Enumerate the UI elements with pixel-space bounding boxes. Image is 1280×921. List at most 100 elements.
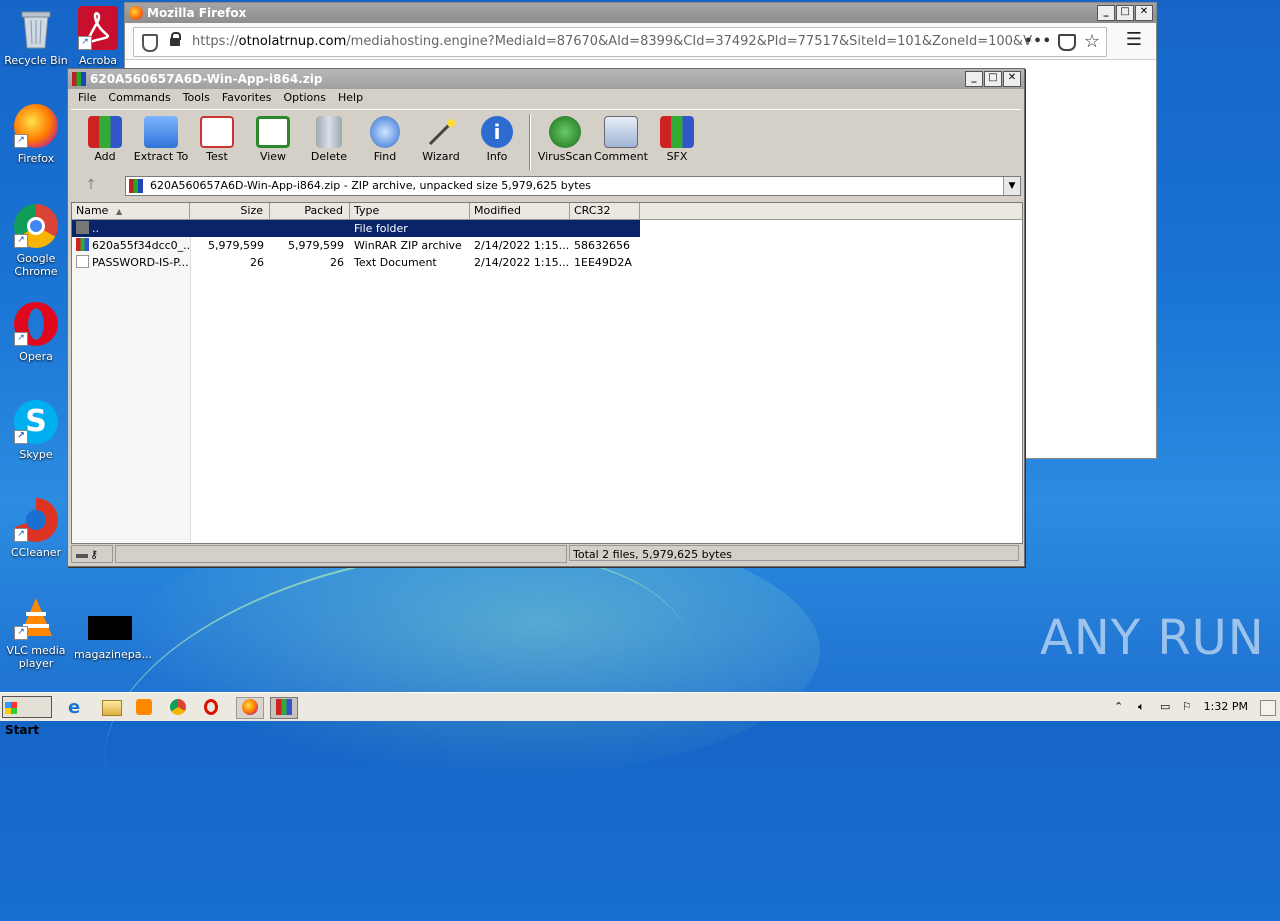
desktop-icon-label: Google Chrome bbox=[14, 252, 58, 278]
maximize-button[interactable]: □ bbox=[984, 71, 1002, 87]
menu-help[interactable]: Help bbox=[332, 89, 369, 107]
desktop-icon-opera[interactable]: ↗ Opera bbox=[0, 302, 72, 363]
shortcut-arrow-icon: ↗ bbox=[78, 36, 92, 50]
desktop-icon-chrome[interactable]: ↗ Google Chrome bbox=[0, 204, 72, 278]
menu-options[interactable]: Options bbox=[278, 89, 332, 107]
tray-expand-icon[interactable]: ⌃ bbox=[1114, 693, 1123, 721]
up-one-level-button[interactable]: ↑ bbox=[77, 176, 105, 194]
desktop-icon-recycle-bin[interactable]: Recycle Bin bbox=[0, 6, 72, 67]
info-button[interactable]: i Info bbox=[469, 110, 525, 172]
taskbar-opera-icon[interactable] bbox=[204, 697, 226, 717]
volume-icon[interactable]: 🔈︎ bbox=[1138, 693, 1145, 721]
firefox-titlebar[interactable]: Mozilla Firefox _ □ ✕ bbox=[125, 3, 1156, 23]
menu-favorites[interactable]: Favorites bbox=[216, 89, 278, 107]
vlc-icon: ↗ bbox=[14, 596, 58, 640]
desktop-icon-firefox[interactable]: ↗ Firefox bbox=[0, 104, 72, 165]
shortcut-arrow-icon: ↗ bbox=[14, 234, 28, 248]
maximize-button[interactable]: □ bbox=[1116, 5, 1134, 21]
desktop-icon-label: Skype bbox=[19, 448, 53, 461]
url-bar[interactable]: https://otnolatrnup.com/mediahosting.eng… bbox=[133, 27, 1107, 57]
windows-flag-icon bbox=[5, 702, 17, 714]
winrar-window[interactable]: 620A560657A6D-Win-App-i864.zip _ □ ✕ Fil… bbox=[67, 68, 1025, 567]
taskbar-chrome-icon[interactable] bbox=[170, 697, 192, 717]
add-button[interactable]: Add bbox=[77, 110, 133, 172]
desktop-icon-vlc[interactable]: ↗ VLC media player bbox=[0, 596, 72, 670]
action-center-flag-icon[interactable]: ⚐ bbox=[1182, 693, 1192, 721]
sfx-icon bbox=[660, 116, 694, 148]
dropdown-arrow-icon[interactable]: ▼ bbox=[1003, 177, 1020, 195]
close-button[interactable]: ✕ bbox=[1135, 5, 1153, 21]
comment-button[interactable]: Comment bbox=[593, 110, 649, 172]
url-text[interactable]: https://otnolatrnup.com/mediahosting.eng… bbox=[192, 28, 1032, 56]
add-archive-icon bbox=[88, 116, 122, 148]
archive-path-combo[interactable]: 620A560657A6D-Win-App-i864.zip - ZIP arc… bbox=[125, 176, 1021, 196]
menu-tools[interactable]: Tools bbox=[177, 89, 216, 107]
find-button[interactable]: Find bbox=[357, 110, 413, 172]
pocket-icon[interactable] bbox=[1058, 34, 1076, 51]
sfx-button[interactable]: SFX bbox=[649, 110, 705, 172]
table-row-password[interactable]: PASSWORD-IS-P... 26 26 Text Document 2/1… bbox=[72, 254, 1022, 271]
bookmark-star-icon[interactable]: ☆ bbox=[1084, 28, 1100, 56]
delete-button[interactable]: Delete bbox=[301, 110, 357, 172]
page-actions-button[interactable]: ••• bbox=[1024, 28, 1052, 56]
desktop-icon-label: Acroba bbox=[78, 54, 118, 67]
show-desktop-button[interactable] bbox=[1260, 700, 1276, 716]
minimize-button[interactable]: _ bbox=[1097, 5, 1115, 21]
menu-commands[interactable]: Commands bbox=[102, 89, 176, 107]
file-list[interactable]: Name ▲ Size Packed Type Modified CRC32 .… bbox=[71, 202, 1023, 544]
table-row-zip[interactable]: 620a55f34dcc0_... 5,979,599 5,979,599 Wi… bbox=[72, 237, 1022, 254]
extract-to-button[interactable]: Extract To bbox=[133, 110, 189, 172]
column-header-size[interactable]: Size bbox=[190, 203, 270, 219]
ccleaner-icon: ↗ bbox=[14, 498, 58, 542]
lock-icon[interactable] bbox=[170, 32, 181, 46]
column-header-packed[interactable]: Packed bbox=[270, 203, 350, 219]
virusscan-button[interactable]: VirusScan bbox=[537, 110, 593, 172]
status-bar: ⚷ Total 2 files, 5,979,625 bytes bbox=[71, 545, 1021, 563]
desktop-icon-label: Recycle Bin bbox=[4, 54, 68, 67]
recycle-bin-icon bbox=[14, 6, 58, 50]
firefox-icon: ↗ bbox=[14, 104, 58, 148]
parent-folder-icon bbox=[76, 221, 89, 234]
desktop-icon-skype[interactable]: S ↗ Skype bbox=[0, 400, 72, 461]
toolbar-separator bbox=[529, 114, 531, 170]
column-header-crc32[interactable]: CRC32 bbox=[570, 203, 640, 219]
minimize-button[interactable]: _ bbox=[965, 71, 983, 87]
toolbar: Add Extract To Test View Delete Find Wiz… bbox=[71, 109, 1021, 172]
start-button[interactable]: Start bbox=[2, 696, 52, 737]
view-button[interactable]: View bbox=[245, 110, 301, 172]
winrar-archive-icon bbox=[76, 238, 89, 251]
taskbar-firefox-icon[interactable] bbox=[236, 697, 264, 719]
network-icon[interactable]: ▭ bbox=[1160, 693, 1170, 721]
chrome-icon: ↗ bbox=[14, 204, 58, 248]
tracking-shield-icon[interactable] bbox=[142, 34, 158, 52]
winrar-titlebar[interactable]: 620A560657A6D-Win-App-i864.zip _ □ ✕ bbox=[68, 69, 1024, 89]
close-button[interactable]: ✕ bbox=[1003, 71, 1021, 87]
status-total: Total 2 files, 5,979,625 bytes bbox=[569, 545, 1019, 561]
desktop-icon-magazinepa[interactable]: magazinepa... bbox=[74, 612, 152, 661]
taskbar-media-player-icon[interactable] bbox=[136, 697, 158, 717]
drive-key-icons[interactable]: ⚷ bbox=[71, 545, 113, 563]
taskbar-winrar-icon[interactable] bbox=[270, 697, 298, 719]
anyrun-watermark: ANY RUN bbox=[1040, 610, 1265, 666]
shortcut-arrow-icon: ↗ bbox=[14, 528, 28, 542]
column-header-type[interactable]: Type bbox=[350, 203, 470, 219]
test-button[interactable]: Test bbox=[189, 110, 245, 172]
desktop-icon-acrobat[interactable]: ↗ Acroba bbox=[72, 6, 124, 67]
column-header-name[interactable]: Name ▲ bbox=[72, 203, 190, 219]
address-bar: ↑ 620A560657A6D-Win-App-i864.zip - ZIP a… bbox=[71, 174, 1021, 196]
desktop-icon-ccleaner[interactable]: ↗ CCleaner bbox=[0, 498, 72, 559]
magnifier-icon bbox=[370, 116, 400, 148]
table-row-parent-folder[interactable]: .. File folder bbox=[72, 220, 1022, 237]
desktop-icon-label: CCleaner bbox=[10, 546, 62, 559]
firefox-icon bbox=[129, 6, 143, 20]
file-thumbnail-icon bbox=[88, 616, 132, 640]
text-document-icon bbox=[76, 255, 89, 268]
clock[interactable]: 1:32 PM bbox=[1204, 693, 1248, 721]
hamburger-menu-icon[interactable]: ☰ bbox=[1126, 29, 1142, 51]
column-header-modified[interactable]: Modified bbox=[470, 203, 570, 219]
taskbar-explorer-icon[interactable] bbox=[102, 697, 124, 717]
wizard-button[interactable]: Wizard bbox=[413, 110, 469, 172]
menu-file[interactable]: File bbox=[72, 89, 102, 107]
sort-ascending-icon: ▲ bbox=[115, 207, 123, 216]
taskbar-ie-icon[interactable]: e bbox=[68, 697, 90, 718]
